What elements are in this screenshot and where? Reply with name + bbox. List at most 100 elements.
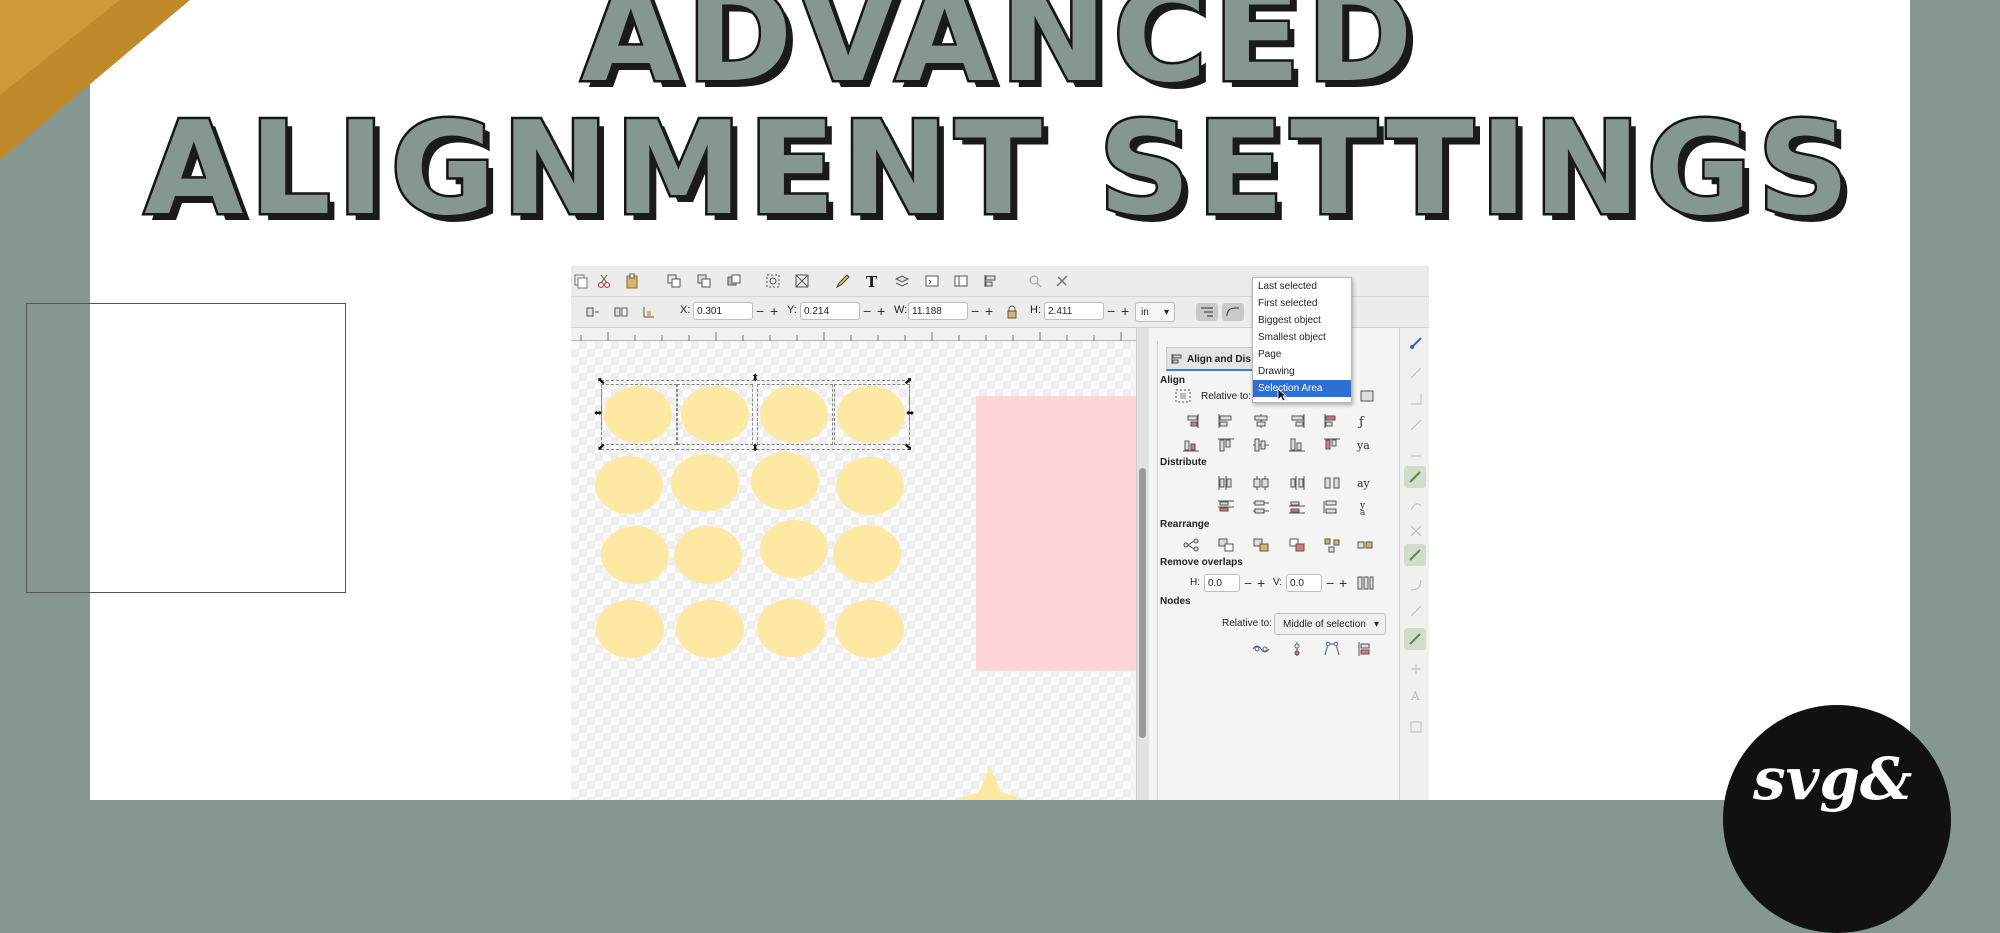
align-bottom-edge-icon[interactable] <box>1182 437 1200 453</box>
dropdown-option-smallest-object[interactable]: Smallest object <box>1253 329 1351 346</box>
x-input[interactable]: 0.301 <box>693 302 753 320</box>
distribute-nodes-horizontal-icon[interactable] <box>1323 641 1341 657</box>
overlap-v-decrement-button[interactable]: − <box>1326 574 1334 592</box>
ellipse-shape[interactable] <box>837 386 905 443</box>
scale-handle-top-left[interactable]: ⬉ <box>597 377 605 387</box>
scale-stroke-icon[interactable] <box>1196 303 1218 321</box>
exchange-clockwise-icon[interactable] <box>1288 537 1306 553</box>
distribute-baselines-h-icon[interactable]: ay <box>1356 475 1374 491</box>
align-top-edge-icon[interactable] <box>1323 437 1341 453</box>
overlap-v-increment-button[interactable]: + <box>1339 574 1347 592</box>
dropdown-option-selection-area[interactable]: Selection Area <box>1253 380 1351 397</box>
x-decrement-button[interactable]: − <box>756 302 764 320</box>
exchange-z-order-icon[interactable] <box>1252 537 1270 553</box>
align-text-baseline-icon[interactable]: ya <box>1356 437 1374 453</box>
y-decrement-button[interactable]: − <box>863 302 871 320</box>
y-increment-button[interactable]: + <box>877 302 885 320</box>
overlap-h-decrement-button[interactable]: − <box>1244 574 1252 592</box>
snap-bbox-icon[interactable] <box>1409 366 1423 380</box>
overlap-v-input[interactable]: 0.0 <box>1286 574 1322 592</box>
dropdown-option-biggest-object[interactable]: Biggest object <box>1253 312 1351 329</box>
distribute-nodes-vertical-icon[interactable] <box>1356 641 1374 657</box>
align-nodes-vertical-icon[interactable] <box>1288 641 1306 657</box>
ellipse-shape[interactable] <box>760 386 828 443</box>
ungroup-icon[interactable] <box>696 273 712 289</box>
w-increment-button[interactable]: + <box>985 302 993 320</box>
ellipse-shape[interactable] <box>757 599 825 657</box>
ellipse-shape[interactable] <box>671 454 739 512</box>
rotate-icon[interactable] <box>641 304 657 320</box>
distribute-right-edges-icon[interactable] <box>1288 475 1306 491</box>
unclump-icon[interactable] <box>1356 537 1374 553</box>
snap-bbox-midpoints-icon[interactable] <box>1409 444 1423 458</box>
snap-cusp-toggle[interactable] <box>1404 544 1426 566</box>
distribute-gaps-h-icon[interactable] <box>1323 475 1341 491</box>
tab-align-and-distribute[interactable]: Align and Dis <box>1166 347 1266 371</box>
pencil-icon[interactable] <box>835 273 851 289</box>
snap-rotation-center-icon[interactable] <box>1409 662 1423 676</box>
x-increment-button[interactable]: + <box>770 302 778 320</box>
scale-handle-left[interactable]: ⬌ <box>594 409 602 419</box>
snap-bbox-edges-icon[interactable] <box>1409 392 1423 406</box>
dropdown-option-page[interactable]: Page <box>1253 346 1351 363</box>
scale-handle-bottom-right[interactable]: ⬊ <box>904 443 912 453</box>
scrollbar-thumb[interactable] <box>1139 468 1146 738</box>
w-decrement-button[interactable]: − <box>971 302 979 320</box>
distribute-left-edges-icon[interactable] <box>1217 475 1235 491</box>
text-tool-icon[interactable]: T <box>864 273 880 289</box>
align-right-icon[interactable] <box>1288 413 1306 429</box>
dropdown-option-first-selected[interactable]: First selected <box>1253 295 1351 312</box>
ellipse-shape[interactable] <box>751 452 819 510</box>
zoom-fit-icon[interactable] <box>765 273 781 289</box>
scale-handle-bottom-left[interactable]: ⬋ <box>597 443 605 453</box>
zoom-selection-icon[interactable] <box>794 273 810 289</box>
snap-bbox-corners-icon[interactable] <box>1409 418 1423 432</box>
align-baseline-icon[interactable]: ƒ <box>1356 413 1374 429</box>
scale-handle-top-right[interactable]: ⬈ <box>904 377 912 387</box>
snap-page-border-icon[interactable] <box>1409 720 1423 734</box>
scale-handle-right[interactable]: ⬌ <box>906 409 914 419</box>
snap-toggle-icon[interactable] <box>1409 336 1423 350</box>
select-same-icon[interactable] <box>585 304 601 320</box>
copy-icon[interactable] <box>573 273 589 289</box>
ellipse-shape[interactable] <box>833 525 901 583</box>
unit-select[interactable]: in ▾ <box>1135 302 1175 322</box>
distribute-centers-h-icon[interactable] <box>1252 475 1270 491</box>
graph-layout-icon[interactable] <box>1182 537 1200 553</box>
align-bottom-icon[interactable] <box>1288 437 1306 453</box>
scale-corners-icon[interactable] <box>1222 303 1244 321</box>
h-increment-button[interactable]: + <box>1121 302 1129 320</box>
vertical-scrollbar[interactable] <box>1136 328 1149 800</box>
scale-handle-bottom[interactable]: ⬍ <box>751 444 759 454</box>
dropdown-option-last-selected[interactable]: Last selected <box>1253 278 1351 295</box>
ellipse-shape[interactable] <box>604 386 672 443</box>
overlap-h-increment-button[interactable]: + <box>1257 574 1265 592</box>
ellipse-shape[interactable] <box>601 526 669 584</box>
ellipse-shape[interactable] <box>681 386 749 443</box>
objects-icon[interactable] <box>953 273 969 289</box>
relative-to-dropdown[interactable]: Last selected First selected Biggest obj… <box>1252 277 1352 403</box>
pink-rectangle[interactable] <box>976 396 1136 671</box>
dropdown-option-drawing[interactable]: Drawing <box>1253 363 1351 380</box>
align-left-edge-icon[interactable] <box>1323 413 1341 429</box>
remove-overlaps-icon[interactable] <box>1356 575 1374 591</box>
scale-handle-top[interactable]: ⬍ <box>751 374 759 384</box>
preferences-icon[interactable] <box>1054 273 1070 289</box>
lock-icon[interactable] <box>1006 305 1018 319</box>
align-left-icon[interactable] <box>1217 413 1235 429</box>
overlap-h-input[interactable]: 0.0 <box>1204 574 1240 592</box>
star-shape[interactable] <box>955 766 1025 800</box>
center-vertical-axis-icon[interactable] <box>1252 413 1270 429</box>
align-more-icon[interactable] <box>1358 388 1376 404</box>
raise-icon[interactable] <box>726 273 742 289</box>
snap-intersections-icon[interactable] <box>1409 524 1423 538</box>
ellipse-shape[interactable] <box>836 600 904 658</box>
ellipse-shape[interactable] <box>760 520 828 578</box>
snap-smooth-icon[interactable] <box>1409 578 1423 592</box>
y-input[interactable]: 0.214 <box>800 302 860 320</box>
flip-icon[interactable] <box>613 304 629 320</box>
ellipse-shape[interactable] <box>595 456 663 514</box>
search-icon[interactable] <box>1027 273 1043 289</box>
snap-others-toggle[interactable] <box>1404 628 1426 650</box>
snap-text-baseline-icon[interactable]: A <box>1409 688 1423 702</box>
